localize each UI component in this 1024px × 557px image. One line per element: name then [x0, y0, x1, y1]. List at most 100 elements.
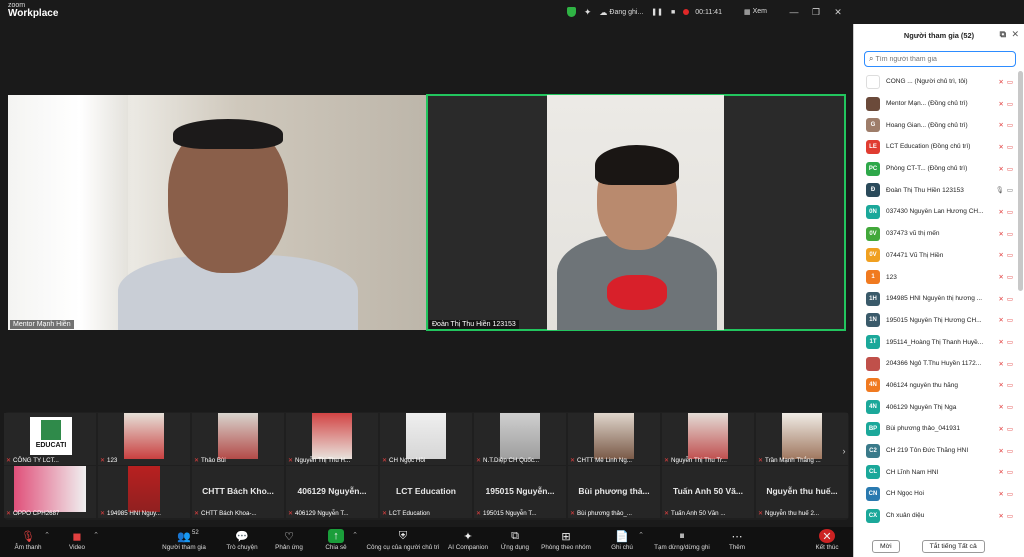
participant-row[interactable]: 204366 Ngô T.Thu Huyền 1172... ✕ ▭ — [854, 353, 1017, 375]
mic-off-icon[interactable]: ✕ — [998, 78, 1003, 86]
video-off-icon[interactable]: ▭ — [1007, 316, 1013, 324]
notes-button[interactable]: 📄 Ghi chú ⌃ — [590, 529, 654, 552]
thumbnail[interactable]: ✕ Nguyễn Thị Thu Tr... — [662, 413, 754, 465]
thumbnail[interactable]: ✕ OPPO CPH2687 — [4, 466, 96, 518]
participant-row[interactable]: 1H 194985 HNI Nguyễn thị hương ... ✕ ▭ — [854, 288, 1017, 310]
thumbnail[interactable]: Bùi phương thả... ✕ Bùi phương thảo_... — [568, 466, 660, 518]
sparkle-icon[interactable]: ✦ — [584, 7, 592, 18]
participant-row[interactable]: CX Ch xuân diệu ✕ ▭ — [854, 505, 1017, 527]
mic-off-icon[interactable]: ✕ — [998, 403, 1003, 411]
video-off-icon[interactable]: ▭ — [1007, 251, 1013, 259]
scrollbar[interactable] — [1018, 71, 1023, 291]
video-off-icon[interactable]: ▭ — [1007, 468, 1013, 476]
mic-off-icon[interactable]: ✕ — [998, 447, 1003, 455]
video-button[interactable]: ◼ Video ⌃ — [45, 529, 109, 552]
host-tools-button[interactable]: ⛨ Công cụ của người chủ trì — [366, 529, 439, 552]
video-off-icon[interactable]: ▭ — [1007, 165, 1013, 173]
mic-off-icon[interactable]: ✕ — [998, 121, 1003, 129]
security-shield-icon[interactable] — [566, 7, 576, 17]
participant-row[interactable]: 1 123 ✕ ▭ — [854, 266, 1017, 288]
participant-row[interactable]: 4N 406129 Nguyễn Thị Nga ✕ ▭ — [854, 396, 1017, 418]
chevron-up-icon[interactable]: ⌃ — [638, 531, 644, 539]
thumbnail[interactable]: ✕ Thảo Bùi — [192, 413, 284, 465]
video-off-icon[interactable]: ▭ — [1007, 425, 1013, 433]
video-off-icon[interactable]: ▭ — [1007, 360, 1013, 368]
video-off-icon[interactable]: ▭ — [1007, 490, 1013, 498]
search-input[interactable] — [875, 55, 1015, 63]
thumbnail[interactable]: 406129 Nguyễn... ✕ 406129 Nguyễn T... — [286, 466, 378, 518]
mic-off-icon[interactable]: ✕ — [998, 425, 1003, 433]
thumbnail[interactable]: 195015 Nguyễn... ✕ 195015 Nguyễn T... — [474, 466, 566, 518]
stop-recording-icon[interactable]: ■ — [671, 9, 675, 16]
thumbnail[interactable]: EDUCATI ✕ CÔNG TY LCT... — [4, 413, 96, 465]
breakout-rooms-button[interactable]: ⊞ Phòng theo nhóm — [534, 529, 598, 552]
chevron-right-icon[interactable]: › — [838, 446, 850, 460]
video-off-icon[interactable]: ▭ — [1007, 273, 1013, 281]
video-off-icon[interactable]: ▭ — [1007, 295, 1013, 303]
mic-off-icon[interactable]: ✕ — [998, 490, 1003, 498]
participant-row[interactable]: G Hoang Gian... (Đồng chủ trì) ✕ ▭ — [854, 114, 1017, 136]
video-off-icon[interactable]: ▭ — [1007, 338, 1013, 346]
video-off-icon[interactable]: ▭ — [1007, 447, 1013, 455]
participant-row[interactable]: LE LCT Education (Đồng chủ trì) ✕ ▭ — [854, 136, 1017, 158]
participant-row[interactable]: CN CH Ngọc Hoi ✕ ▭ — [854, 483, 1017, 505]
participant-row[interactable]: CÔNG ... (Người chủ trì, tôi) ✕ ▭ — [854, 71, 1017, 93]
thumbnail[interactable]: ✕ 123 — [98, 413, 190, 465]
minimize-icon[interactable]: — — [787, 7, 801, 17]
close-window-icon[interactable]: ✕ — [831, 7, 845, 18]
thumbnail[interactable]: ✕ CH Ngọc Hồi — [380, 413, 472, 465]
participant-row[interactable]: 0V 074471 Vũ Thị Hiền ✕ ▭ — [854, 245, 1017, 267]
mic-off-icon[interactable]: ✕ — [998, 251, 1003, 259]
mic-off-icon[interactable]: ✕ — [998, 360, 1003, 368]
thumbnail[interactable]: ✕ CHTT Mê Linh Ng... — [568, 413, 660, 465]
pause-recording-icon[interactable]: ❚❚ — [651, 8, 663, 16]
thumbnail[interactable]: ✕ Trần Mạnh Thắng ... — [756, 413, 848, 465]
participant-row[interactable]: PC Phòng CT-T... (Đồng chủ trì) ✕ ▭ — [854, 158, 1017, 180]
mic-off-icon[interactable]: ✕ — [998, 273, 1003, 281]
participant-row[interactable]: C2 CH 219 Tôn Đức Thắng HNI ✕ ▭ — [854, 440, 1017, 462]
thumbnail[interactable]: ✕ N.T.Diệp CH Quốc... — [474, 413, 566, 465]
mute-all-button[interactable]: Tắt tiếng Tất cả — [921, 540, 985, 553]
participant-row[interactable]: CL CH Lĩnh Nam HNI ✕ ▭ — [854, 461, 1017, 483]
thumbnail[interactable]: CHTT Bách Kho... ✕ CHTT Bách Khoa-... — [192, 466, 284, 518]
thumbnail[interactable]: ✕ 194985 HNI Nguy... — [98, 466, 190, 518]
mic-off-icon[interactable]: ✕ — [998, 165, 1003, 173]
video-tile-active-speaker[interactable]: Đoàn Thị Thu Hiền 123153 — [426, 94, 846, 331]
participant-row[interactable]: Đ Đoàn Thị Thu Hiền 123153 🎙 ▭ — [854, 179, 1017, 201]
participant-row[interactable]: 1N 195015 Nguyễn Thị Hương CH... ✕ ▭ — [854, 310, 1017, 332]
share-button[interactable]: ↑ Chia sẻ ⌃ — [304, 529, 368, 551]
video-off-icon[interactable]: ▭ — [1007, 230, 1013, 238]
video-off-icon[interactable]: ▭ — [1007, 121, 1013, 129]
close-icon[interactable]: ✕ — [1011, 29, 1019, 40]
mic-off-icon[interactable]: ✕ — [998, 381, 1003, 389]
mic-off-icon[interactable]: ✕ — [998, 338, 1003, 346]
video-off-icon[interactable]: ▭ — [1007, 100, 1013, 108]
mic-on-icon[interactable]: 🎙 — [996, 186, 1004, 194]
video-on-icon[interactable]: ▭ — [1007, 186, 1013, 194]
view-button[interactable]: ▦ Xem — [744, 8, 767, 16]
participant-row[interactable]: 0V 037473 vũ thị mến ✕ ▭ — [854, 223, 1017, 245]
mic-off-icon[interactable]: ✕ — [998, 295, 1003, 303]
video-off-icon[interactable]: ▭ — [1007, 403, 1013, 411]
video-off-icon[interactable]: ▭ — [1007, 208, 1013, 216]
video-off-icon[interactable]: ▭ — [1007, 512, 1013, 520]
mic-off-icon[interactable]: ✕ — [998, 143, 1003, 151]
participant-row[interactable]: BP Bùi phương thảo_041931 ✕ ▭ — [854, 418, 1017, 440]
participants-button[interactable]: 👥 52 Người tham gia — [152, 529, 216, 551]
participant-row[interactable]: 1T 195114_Hoàng Thị Thanh Huyề... ✕ ▭ — [854, 331, 1017, 353]
thumbnail[interactable]: Nguyễn thu huế... ✕ Nguyễn thu huế 2... — [756, 466, 848, 518]
video-off-icon[interactable]: ▭ — [1007, 381, 1013, 389]
participant-row[interactable]: 4N 406124 nguyễn thu hằng ✕ ▭ — [854, 375, 1017, 397]
video-off-icon[interactable]: ▭ — [1007, 143, 1013, 151]
recording-indicator[interactable]: ☁ Đang ghi... — [599, 8, 643, 17]
participant-row[interactable]: Mentor Mạn... (Đồng chủ trì) ✕ ▭ — [854, 93, 1017, 115]
thumbnail[interactable]: LCT Education ✕ LCT Education — [380, 466, 472, 518]
invite-button[interactable]: Mời — [872, 540, 900, 553]
mic-off-icon[interactable]: ✕ — [998, 230, 1003, 238]
mic-off-icon[interactable]: ✕ — [998, 468, 1003, 476]
participant-search-box[interactable]: ⌕ — [864, 51, 1016, 67]
mic-off-icon[interactable]: ✕ — [998, 100, 1003, 108]
participant-row[interactable]: 0N 037430 Nguyễn Lan Hương CH... ✕ ▭ — [854, 201, 1017, 223]
maximize-icon[interactable]: ❐ — [809, 7, 823, 18]
thumbnail[interactable]: Tuấn Anh 50 Vă... ✕ Tuấn Anh 50 Văn ... — [662, 466, 754, 518]
